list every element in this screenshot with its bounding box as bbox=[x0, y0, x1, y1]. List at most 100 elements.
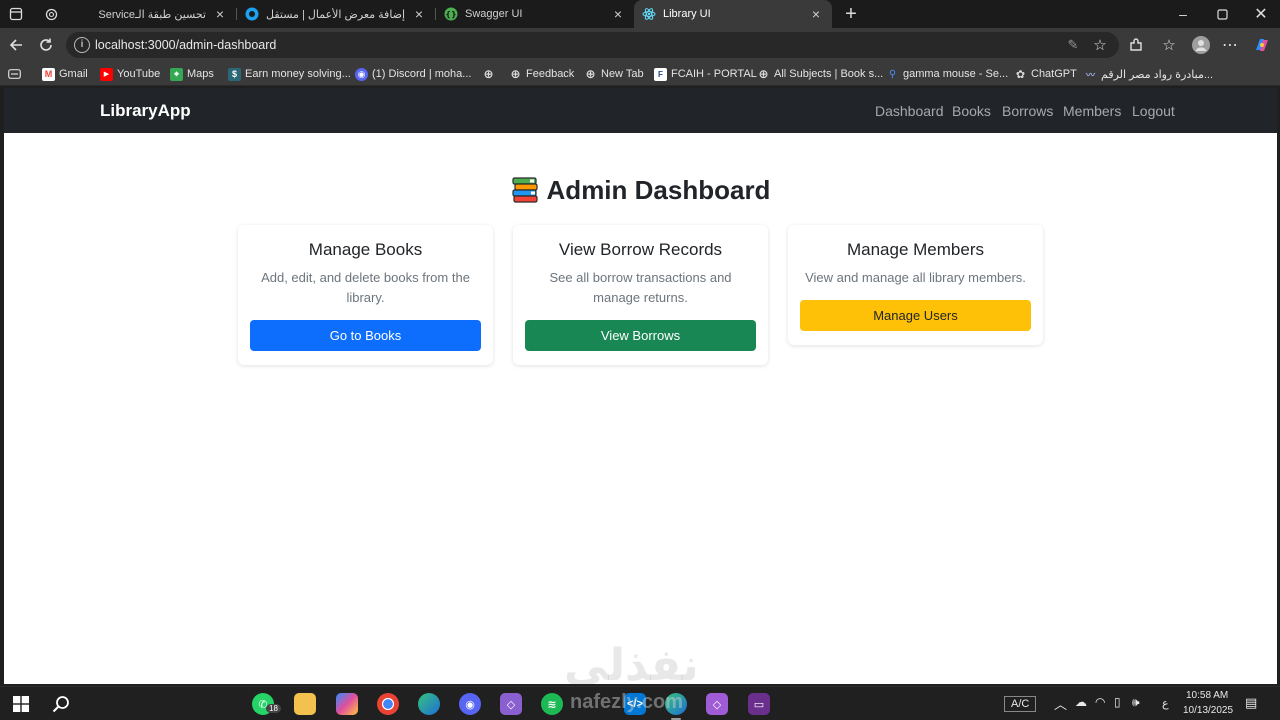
bookmark-gamma-mouse[interactable]: ⚲ gamma mouse - Se... bbox=[886, 66, 1008, 82]
clock-time[interactable]: 10:58 AM bbox=[1186, 690, 1228, 701]
view-borrows-button[interactable]: View Borrows bbox=[525, 320, 756, 351]
back-icon[interactable] bbox=[4, 33, 28, 57]
copilot-icon[interactable] bbox=[1250, 33, 1274, 57]
extensions-icon[interactable] bbox=[1124, 33, 1148, 57]
earn-money-icon: $ bbox=[228, 67, 241, 81]
bookmark-new-tab[interactable]: ⊕ New Tab bbox=[584, 66, 643, 82]
address-bar[interactable]: i localhost:3000/admin-dashboard ✎ ☆ bbox=[66, 32, 1119, 58]
profile-avatar[interactable] bbox=[1189, 33, 1213, 57]
card-title: View Borrow Records bbox=[558, 240, 723, 259]
edit-icon[interactable]: ✎ bbox=[1061, 33, 1085, 57]
globe-icon: ⊕ bbox=[758, 67, 769, 81]
rowad-icon: 〰 bbox=[1085, 69, 1095, 80]
nav-books[interactable]: Books bbox=[952, 103, 991, 119]
svg-text:{}: {} bbox=[445, 10, 456, 19]
spotify-icon[interactable]: ≋ bbox=[541, 693, 563, 715]
close-window-icon[interactable]: ✕ bbox=[1242, 0, 1280, 28]
nav-borrows[interactable]: Borrows bbox=[1002, 103, 1053, 119]
chevron-up-icon[interactable]: ︿ bbox=[1054, 694, 1067, 713]
star-icon[interactable]: ☆ bbox=[1088, 33, 1112, 57]
cloud-icon[interactable]: ☁ bbox=[1075, 695, 1087, 709]
new-tab-button[interactable]: + bbox=[832, 0, 870, 28]
close-icon[interactable]: × bbox=[808, 6, 824, 22]
edge-icon[interactable] bbox=[418, 693, 440, 715]
bookmarks-bar: M Gmail ▶ YouTube ⌖ Maps $ Earn money solvin… bbox=[0, 62, 1280, 86]
card-borrow-records: View Borrow Records See all borrow trans… bbox=[513, 225, 768, 365]
bookmark-earn-money[interactable]: $ Earn money solving... bbox=[228, 66, 351, 82]
bookmark-youtube[interactable]: ▶ YouTube bbox=[100, 66, 160, 82]
bookmark-all-subjects[interactable]: ⊕ All Subjects | Book s... bbox=[757, 66, 883, 82]
bookmark-rowad-misr[interactable]: 〰 مبادرة رواد مصر الرقم... bbox=[1084, 66, 1213, 82]
nav-members[interactable]: Members bbox=[1063, 103, 1121, 119]
notifications-icon[interactable]: ▤ bbox=[1245, 695, 1257, 711]
bookmark-fcaih[interactable]: F FCAIH - PORTAL bbox=[654, 66, 757, 82]
card-description: See all borrow transactions and manage r… bbox=[549, 270, 732, 305]
refresh-icon[interactable] bbox=[34, 33, 58, 57]
chatgpt-icon: ✿ bbox=[1015, 68, 1026, 81]
tab-service[interactable]: Serviceتحسين طبقة الـ × bbox=[36, 0, 236, 28]
visual-studio-icon[interactable]: ◇ bbox=[500, 693, 522, 715]
file-explorer-icon[interactable] bbox=[294, 693, 316, 715]
bookmark-feedback[interactable]: ⊕ Feedback bbox=[509, 66, 574, 82]
discord-icon[interactable]: ◉ bbox=[459, 693, 481, 715]
tab-title: Swagger UI bbox=[465, 8, 523, 20]
tab-swagger[interactable]: {} Swagger UI × bbox=[436, 0, 634, 28]
volume-icon[interactable]: 🕪 bbox=[1132, 695, 1140, 710]
copilot-icon[interactable] bbox=[336, 693, 358, 715]
close-icon[interactable]: × bbox=[610, 6, 626, 22]
bookmark-gmail[interactable]: M Gmail bbox=[42, 66, 88, 82]
taskbar: ✆ 18 ◉ ◇ ≋ </> ◇ ▭ nafezly.com A/C ︿ ☁ ◠… bbox=[0, 686, 1280, 720]
bookmark-discord[interactable]: ◉ (1) Discord | moha... bbox=[355, 66, 471, 82]
notification-badge: 18 bbox=[266, 704, 281, 713]
nav-dashboard[interactable]: Dashboard bbox=[875, 103, 944, 119]
app-navbar: LibraryApp Dashboard Books Borrows Membe… bbox=[4, 88, 1277, 133]
tab-mostaql[interactable]: إضافة معرض الأعمال | مستقل × bbox=[237, 0, 435, 28]
search-icon[interactable] bbox=[50, 693, 72, 715]
close-icon[interactable]: × bbox=[212, 6, 228, 22]
terminal-icon[interactable]: ▭ bbox=[748, 693, 770, 715]
page-title: Admin Dashboard bbox=[4, 175, 1277, 206]
nav-logout[interactable]: Logout bbox=[1132, 103, 1175, 119]
card-manage-books: Manage Books Add, edit, and delete books… bbox=[238, 225, 493, 365]
battery-icon[interactable]: ▯ bbox=[1114, 695, 1121, 709]
card-title: Manage Members bbox=[846, 240, 984, 259]
windows-start-icon[interactable] bbox=[10, 693, 32, 715]
maps-icon: ⌖ bbox=[170, 67, 183, 81]
globe-icon: ⊕ bbox=[483, 67, 494, 81]
globe-icon: ⊕ bbox=[585, 67, 596, 81]
maximize-icon[interactable] bbox=[1203, 0, 1241, 28]
favorites-icon[interactable]: ☆ bbox=[1157, 33, 1181, 57]
go-to-books-button[interactable]: Go to Books bbox=[250, 320, 481, 351]
tab-title: Serviceتحسين طبقة الـ bbox=[98, 8, 206, 21]
card-title: Manage Books bbox=[308, 240, 423, 259]
card-manage-members: Manage Members View and manage all libra… bbox=[788, 225, 1043, 345]
tab-strip: Serviceتحسين طبقة الـ × إضافة معرض الأعم… bbox=[0, 0, 1280, 28]
mostaql-icon bbox=[244, 6, 260, 22]
reading-list-icon[interactable] bbox=[8, 66, 21, 82]
youtube-icon: ▶ bbox=[100, 67, 113, 81]
language-indicator[interactable]: ع bbox=[1162, 697, 1169, 710]
card-description: Add, edit, and delete books from the lib… bbox=[261, 270, 470, 305]
chatgpt-icon bbox=[43, 6, 59, 22]
books-icon bbox=[511, 177, 538, 203]
tab-actions-icon[interactable] bbox=[4, 2, 28, 26]
info-icon[interactable]: i bbox=[74, 37, 90, 53]
gmail-icon: M bbox=[42, 67, 55, 81]
bookmark-chatgpt[interactable]: ✿ ChatGPT bbox=[1014, 66, 1077, 82]
brand-logo[interactable]: LibraryApp bbox=[100, 101, 191, 121]
manage-users-button[interactable]: Manage Users bbox=[800, 300, 1031, 331]
tab-library-ui[interactable]: Library UI × bbox=[634, 0, 832, 28]
address-toolbar: i localhost:3000/admin-dashboard ✎ ☆ ☆ ⋯ bbox=[0, 28, 1280, 62]
visual-studio-2-icon[interactable]: ◇ bbox=[706, 693, 728, 715]
wifi-icon[interactable]: ◠ bbox=[1095, 695, 1105, 709]
bookmark-globe[interactable]: ⊕ bbox=[482, 66, 499, 82]
more-menu-icon[interactable]: ⋯ bbox=[1218, 33, 1242, 57]
bookmark-maps[interactable]: ⌖ Maps bbox=[170, 66, 214, 82]
chrome-icon[interactable] bbox=[377, 693, 399, 715]
globe-icon: ⊕ bbox=[510, 67, 521, 81]
tab-title: إضافة معرض الأعمال | مستقل bbox=[266, 8, 406, 21]
close-icon[interactable]: × bbox=[411, 6, 427, 22]
clock-date[interactable]: 10/13/2025 bbox=[1183, 705, 1233, 716]
keyboard-layout[interactable]: A/C bbox=[1004, 696, 1037, 712]
minimize-icon[interactable]: – bbox=[1164, 0, 1202, 28]
